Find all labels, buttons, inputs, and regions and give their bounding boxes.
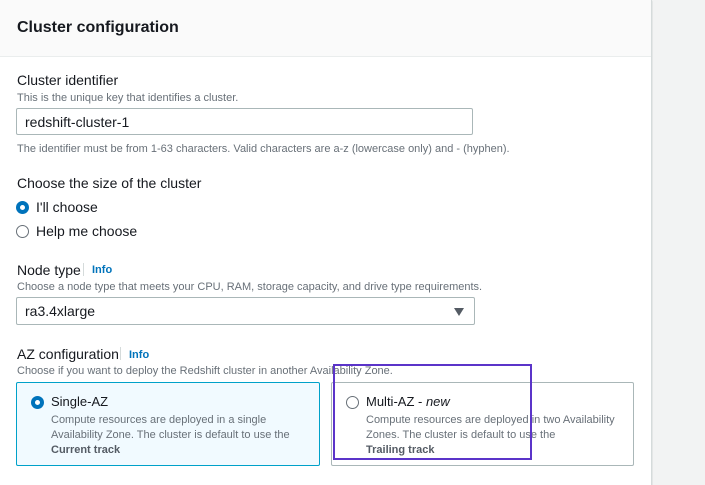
size-option-help-me-choose[interactable]: Help me choose (16, 222, 137, 240)
node-type-selected-value: ra3.4xlarge (25, 303, 96, 319)
label-separator (83, 263, 84, 276)
tile-description: Compute resources are deployed in a sing… (51, 413, 311, 458)
cluster-identifier-input[interactable] (16, 108, 473, 135)
panel-title: Cluster configuration (17, 19, 179, 36)
cluster-identifier-constraint: The identifier must be from 1-63 charact… (17, 143, 510, 155)
az-configuration-label: AZ configuration (17, 346, 119, 362)
size-option-ill-choose[interactable]: I'll choose (16, 198, 98, 216)
tile-title: Single-AZ (51, 394, 109, 409)
cluster-identifier-description: This is the unique key that identifies a… (17, 92, 239, 104)
tile-track: Trailing track (366, 444, 435, 456)
radio-unchecked-icon[interactable] (16, 224, 29, 238)
node-type-label: Node type (17, 262, 81, 278)
radio-unchecked-icon[interactable] (346, 395, 359, 409)
tile-title: Multi-AZ - new (366, 394, 450, 409)
tile-track: Current track (51, 444, 121, 456)
label-separator (120, 347, 121, 360)
size-option-label: Help me choose (36, 223, 138, 239)
az-configuration-description: Choose if you want to deploy the Redshif… (17, 365, 393, 377)
tile-head: Single-AZ (31, 394, 108, 410)
az-tile-multi-az[interactable]: Multi-AZ - new Compute resources are dep… (331, 382, 634, 466)
node-type-select[interactable]: ra3.4xlarge (16, 297, 475, 325)
caret-down-icon (454, 308, 464, 316)
az-configuration-info-link[interactable]: Info (129, 348, 149, 362)
radio-checked-icon[interactable] (16, 200, 29, 214)
panel-header: Cluster configuration (0, 0, 651, 57)
cluster-configuration-panel: Cluster configuration Cluster identifier… (0, 0, 652, 485)
node-type-description: Choose a node type that meets your CPU, … (17, 281, 483, 293)
az-tile-single-az[interactable]: Single-AZ Compute resources are deployed… (16, 382, 320, 466)
tile-head: Multi-AZ - new (346, 394, 450, 410)
size-option-label: I'll choose (36, 199, 98, 215)
tile-description: Compute resources are deployed in two Av… (366, 413, 626, 458)
node-type-info-link[interactable]: Info (92, 263, 112, 277)
cluster-size-label: Choose the size of the cluster (17, 175, 202, 191)
cluster-identifier-label: Cluster identifier (17, 72, 119, 88)
radio-checked-icon[interactable] (31, 395, 44, 409)
